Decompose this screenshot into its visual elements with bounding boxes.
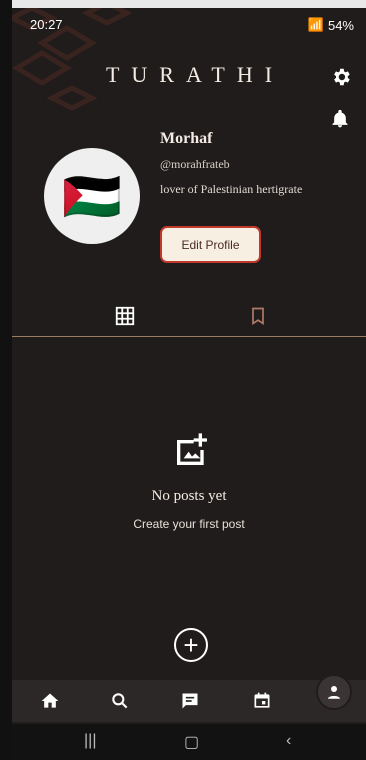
empty-subtitle: Create your first post (133, 517, 245, 531)
search-icon[interactable] (110, 691, 130, 711)
recent-apps-icon[interactable]: ||| (84, 732, 96, 750)
status-bar: 20:27 📶 54% (12, 8, 366, 42)
battery-text: 54% (327, 17, 354, 33)
avatar[interactable]: 🇵🇸 (44, 148, 140, 244)
profile-handle: @morahfrateb (160, 157, 230, 171)
profile-icon[interactable] (316, 674, 352, 710)
palestine-flag-icon: 🇵🇸 (62, 170, 122, 224)
add-image-icon (177, 433, 207, 465)
home-icon[interactable] (40, 691, 60, 711)
bell-icon[interactable] (330, 108, 350, 130)
calendar-icon[interactable] (252, 691, 272, 711)
bookmark-icon[interactable] (248, 305, 268, 327)
signal-icon: 📶 (307, 17, 324, 32)
profile-name: Morhaf (160, 130, 213, 147)
app-screen: 20:27 📶 54% TURATHI 🇵🇸 Morhaf @morahfrat… (12, 8, 366, 760)
edit-profile-button[interactable]: Edit Profile (160, 226, 261, 263)
plus-icon[interactable]: + (174, 628, 208, 662)
grid-icon[interactable] (114, 305, 136, 327)
chat-icon[interactable] (180, 691, 200, 711)
system-navigation-bar: ||| ▢ ‹ (12, 724, 366, 760)
home-button-icon[interactable]: ▢ (184, 732, 199, 752)
profile-bio: lover of Palestinian hertigrate (160, 182, 303, 196)
back-icon[interactable]: ‹ (286, 732, 291, 750)
bottom-navigation (12, 680, 366, 722)
status-right: 📶 54% (308, 17, 354, 33)
status-time: 20:27 (30, 17, 63, 32)
app-brand-title: TURATHI (105, 62, 285, 87)
empty-title: No posts yet (151, 488, 227, 504)
gear-icon[interactable] (330, 66, 352, 88)
screen-top-edge (0, 0, 366, 8)
screen-left-edge (0, 0, 12, 760)
tab-divider (12, 336, 366, 337)
